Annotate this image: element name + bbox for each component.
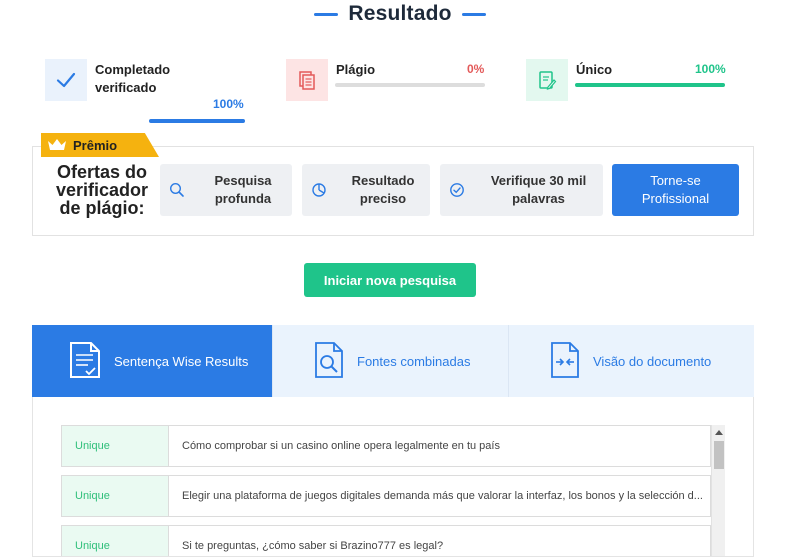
stat-plagiarism-percent: 0% (467, 62, 485, 76)
result-sentence: Cómo comprobar si un casino online opera… (182, 440, 500, 452)
title-dash-right (461, 12, 486, 16)
new-search-button[interactable]: Iniciar nova pesquisa (304, 263, 476, 297)
offer-precise-result-label: Resultado preciso (336, 172, 430, 208)
become-pro-button[interactable]: Torne-se Profissional (612, 164, 739, 216)
results-scrollbar[interactable] (711, 425, 726, 556)
status-badge: Unique (62, 426, 169, 466)
status-badge: Unique (62, 526, 169, 556)
tab-sentence-wise[interactable]: Sentença Wise Results (32, 325, 272, 397)
become-pro-line2: Profissional (641, 191, 710, 206)
offer-precise-result: Resultado preciso (302, 164, 430, 216)
document-search-icon (313, 341, 345, 382)
stat-completed-label-line2: verificado (95, 80, 157, 95)
offers-title: Ofertas do verificador de plágio: (52, 163, 152, 217)
offer-30k-words-line2: palavras (512, 191, 565, 206)
premium-tag-label: Prêmio (73, 137, 118, 153)
stat-completed: Completado verificado 100% (45, 59, 245, 125)
result-sentence: Elegir una plataforma de juegos digitale… (182, 490, 703, 502)
offer-30k-words: Verifique 30 mil palavras (440, 164, 603, 216)
stat-unique: Único 100% (526, 59, 726, 125)
stat-unique-percent: 100% (695, 62, 726, 76)
check-icon (45, 59, 87, 101)
tab-document-view-label: Visão do documento (593, 353, 712, 369)
pie-chart-icon (302, 182, 336, 198)
stat-completed-label-line1: Completado (95, 62, 171, 77)
offers-title-line1: Ofertas do (56, 162, 148, 182)
status-badge: Unique (62, 476, 169, 516)
offer-deep-search: Pesquisa profunda (160, 164, 292, 216)
offer-deep-search-line2: profunda (214, 191, 272, 206)
stat-plagiarism-bar (335, 83, 485, 87)
tab-combined-sources-label: Fontes combinadas (357, 353, 471, 369)
offer-precise-result-line2: preciso (359, 191, 407, 206)
tab-combined-sources[interactable]: Fontes combinadas (272, 325, 508, 397)
document-copy-icon (286, 59, 328, 101)
stat-completed-bar (149, 119, 245, 123)
document-compare-icon (549, 341, 581, 382)
offer-30k-words-line1: Verifique 30 mil (490, 173, 587, 188)
stat-completed-label: Completado verificado (95, 61, 170, 97)
premium-tag: Prêmio (41, 133, 159, 157)
scroll-up-arrow-icon[interactable] (712, 425, 726, 439)
tab-document-view[interactable]: Visão do documento (508, 325, 754, 397)
stat-unique-bar (575, 83, 725, 87)
stat-completed-percent: 100% (213, 97, 244, 111)
stat-plagiarism: Plágio 0% (286, 59, 486, 125)
offer-precise-result-line1: Resultado (351, 173, 415, 188)
page-header: Resultado (0, 0, 800, 28)
edit-document-icon (526, 59, 568, 101)
result-tabs: Sentença Wise Results Fontes combinadas … (32, 325, 754, 397)
become-pro-line1: Torne-se (650, 173, 701, 188)
stat-plagiarism-label: Plágio (336, 62, 376, 77)
offer-deep-search-label: Pesquisa profunda (194, 172, 292, 208)
offers-title-line2: verificador (55, 180, 149, 200)
result-sentence: Si te preguntas, ¿cómo saber si Brazino7… (182, 540, 444, 552)
search-icon (160, 182, 194, 198)
document-list-icon (68, 341, 102, 382)
crown-icon (48, 139, 66, 150)
result-row: Unique Si te preguntas, ¿cómo saber si B… (61, 525, 711, 556)
check-circle-icon (440, 182, 474, 198)
scroll-thumb[interactable] (714, 441, 724, 469)
tab-sentence-wise-label: Sentença Wise Results (114, 353, 249, 369)
offer-30k-words-label: Verifique 30 mil palavras (474, 172, 603, 208)
page-title: Resultado (348, 2, 452, 25)
result-row: Unique Cómo comprobar si un casino onlin… (61, 425, 711, 467)
offers-title-line3: de plágio: (59, 198, 145, 218)
stat-unique-label: Único (576, 62, 613, 77)
results-panel: Unique Cómo comprobar si un casino onlin… (32, 397, 754, 557)
offer-deep-search-line1: Pesquisa (214, 173, 272, 188)
title-dash-left (314, 12, 339, 16)
result-row: Unique Elegir una plataforma de juegos d… (61, 475, 711, 517)
